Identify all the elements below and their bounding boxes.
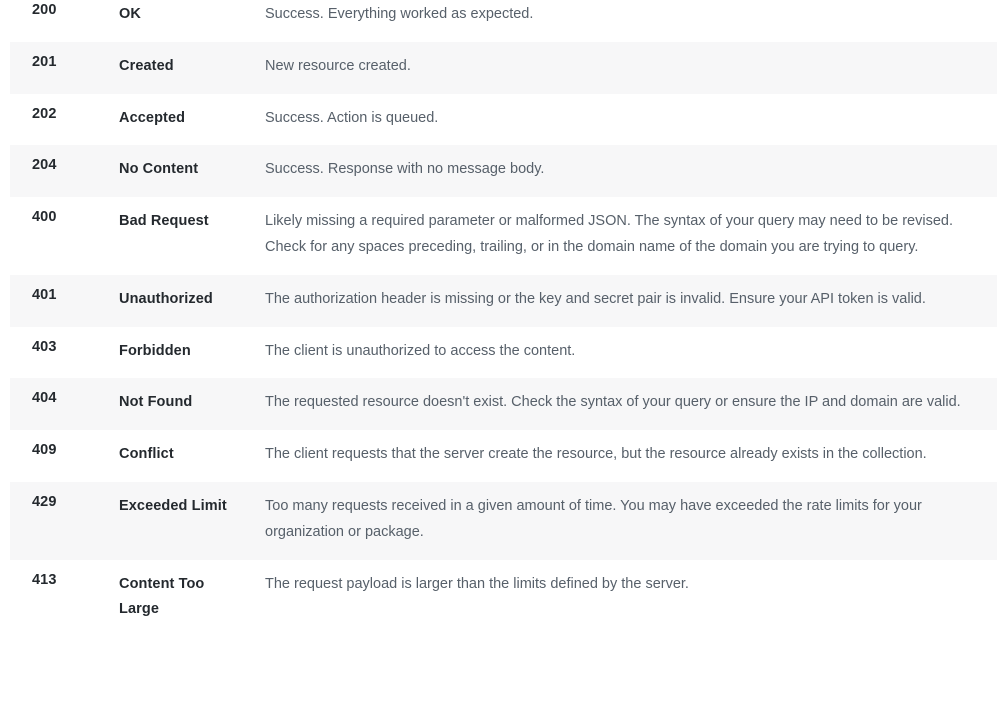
status-code-value: 200	[32, 2, 57, 18]
status-name-value: Created	[119, 57, 174, 74]
status-code-value: 202	[32, 105, 57, 122]
status-description-value: The client requests that the server crea…	[265, 446, 927, 463]
status-code-value-cell: 409	[0, 430, 119, 482]
table-row: 401 Unauthorized The authorization header …	[0, 274, 999, 327]
http-status-code-table: 200 OK Success. Everything worked as expec…	[0, 0, 999, 636]
status-name-value-cell: Conflict	[119, 430, 265, 482]
status-description-value: Success. Response with no message body.	[265, 161, 545, 178]
status-description-value: The authorization header is missing or t…	[265, 290, 926, 307]
status-description-value-cell: The client is unauthorized to access the…	[265, 326, 999, 379]
status-code-value: 409	[32, 442, 57, 459]
status-name-value: Exceeded Limit	[119, 497, 227, 514]
status-description-value: The request payload is larger than the l…	[265, 575, 689, 592]
status-description-value: Too many requests received in a given am…	[265, 497, 922, 540]
table-row: 201 Created New resource created.	[0, 41, 999, 94]
status-code-value: 413	[32, 571, 57, 588]
status-code-value-cell: 401	[0, 274, 119, 327]
status-description-value: The requested resource doesn't exist. Ch…	[265, 394, 961, 411]
status-description-value: The client is unauthorized to access the…	[265, 342, 576, 359]
table-row: 200 OK Success. Everything worked as expec…	[0, 0, 999, 42]
status-name-value: Accepted	[119, 109, 186, 126]
table-row: 400 Bad Request Likely missing a required …	[0, 197, 999, 275]
status-code-value: 204	[32, 157, 57, 174]
status-code-value: 403	[32, 338, 57, 355]
table-row: 409 Conflict The client requests that the …	[0, 430, 999, 482]
status-description-value-cell: The client requests that the server crea…	[265, 430, 999, 482]
status-code-value-cell: 403	[0, 326, 119, 379]
status-name-value-cell: Not Found	[119, 378, 265, 431]
status-name-value-cell: No Content	[119, 145, 265, 198]
status-description-value-cell: Too many requests received in a given am…	[265, 481, 999, 560]
status-name-value: OK	[119, 6, 141, 22]
status-code-value-cell: 400	[0, 197, 119, 275]
status-code-value: 429	[32, 493, 57, 510]
status-name-value: Unauthorized	[119, 290, 213, 307]
status-description-value-cell: Success. Response with no message body.	[265, 145, 999, 198]
status-name-value-cell: Created	[119, 41, 265, 94]
table-row: 403 Forbidden The client is unauthorized t…	[0, 326, 999, 379]
status-description-value-cell: The authorization header is missing or t…	[265, 274, 999, 327]
status-code-value: 401	[32, 286, 57, 303]
table-row: 204 No Content Success. Response with no m…	[0, 145, 999, 198]
status-code-value: 400	[32, 209, 57, 226]
status-description-value: New resource created.	[265, 57, 411, 74]
status-description-value-cell: The requested resource doesn't exist. Ch…	[265, 378, 999, 431]
status-code-value: 404	[32, 390, 57, 407]
table-row: 413 Content Too Large The request payload …	[0, 559, 999, 636]
status-description-value-cell: Likely missing a required parameter or m…	[265, 197, 999, 275]
status-code-value: 201	[32, 53, 57, 70]
status-name-value-cell: Bad Request	[119, 197, 265, 275]
status-description-value-cell: The request payload is larger than the l…	[265, 559, 999, 636]
status-name-value-cell: OK	[119, 0, 265, 42]
status-code-value-cell: 204	[0, 145, 119, 198]
status-code-value-cell: 201	[0, 41, 119, 94]
table-row: 202 Accepted Success. Action is queued.	[0, 93, 999, 146]
status-name-value: Content Too Large	[119, 575, 205, 617]
status-name-value: Not Found	[119, 394, 193, 411]
status-code-value-cell: 404	[0, 378, 119, 431]
status-description-value-cell: Success. Action is queued.	[265, 93, 999, 146]
table-row: 429 Exceeded Limit Too many requests recei…	[0, 481, 999, 560]
status-description-value: Success. Action is queued.	[265, 109, 439, 126]
status-table-body: 200 OK Success. Everything worked as expec…	[0, 0, 999, 636]
status-name-value-cell: Content Too Large	[119, 559, 265, 636]
status-description-value-cell: New resource created.	[265, 41, 999, 94]
status-name-value-cell: Unauthorized	[119, 274, 265, 327]
status-name-value: Conflict	[119, 446, 174, 463]
status-description-value: Likely missing a required parameter or m…	[265, 213, 953, 255]
status-code-value-cell: 200	[0, 0, 119, 42]
table-row: 404 Not Found The requested resource doesn…	[0, 378, 999, 431]
status-description-value-cell: Success. Everything worked as expected.	[265, 0, 999, 42]
status-name-value: No Content	[119, 161, 199, 178]
status-name-value: Bad Request	[119, 213, 209, 230]
status-name-value-cell: Accepted	[119, 93, 265, 146]
status-code-value-cell: 413	[0, 559, 119, 636]
status-name-value: Forbidden	[119, 342, 191, 359]
status-description-value: Success. Everything worked as expected.	[265, 6, 534, 22]
status-name-value-cell: Forbidden	[119, 326, 265, 379]
status-name-value-cell: Exceeded Limit	[119, 481, 265, 560]
status-code-value-cell: 429	[0, 481, 119, 560]
status-code-value-cell: 202	[0, 93, 119, 146]
